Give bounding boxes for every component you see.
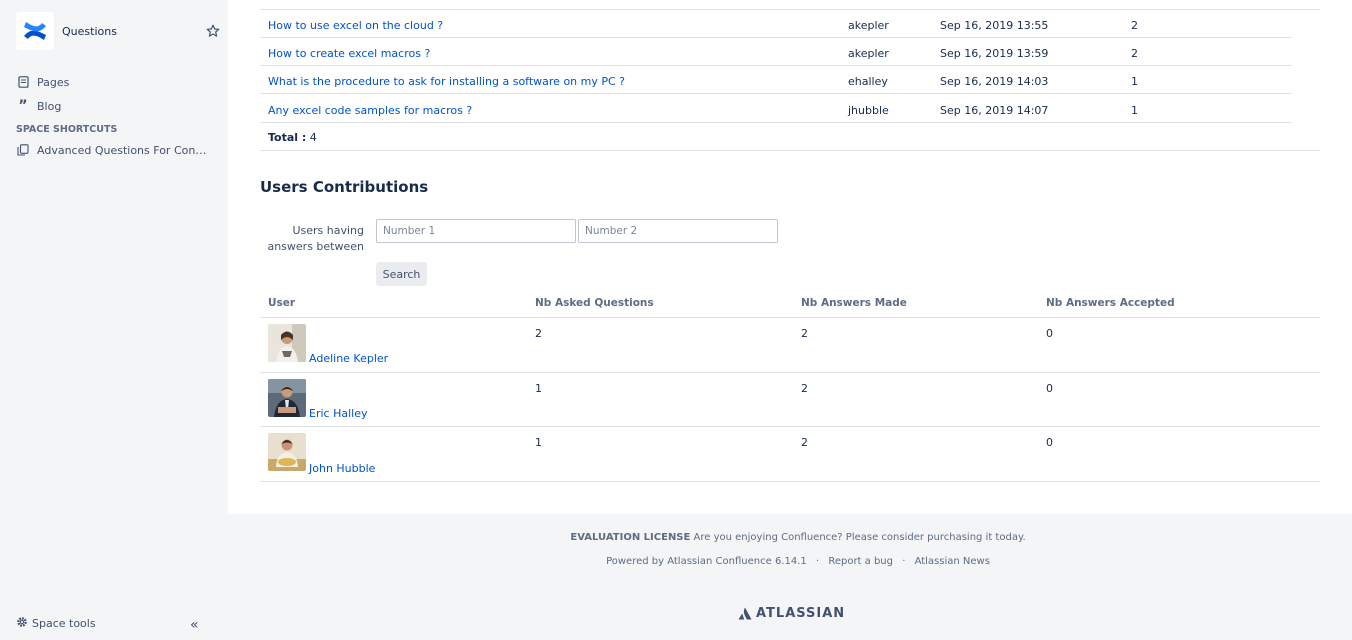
atlassian-brand-text: ATLASSIAN xyxy=(756,606,846,621)
separator: · xyxy=(815,556,820,567)
atlassian-news-link[interactable]: Atlassian News xyxy=(915,556,990,567)
sidebar-item-label: Blog xyxy=(37,99,62,113)
atlassian-icon xyxy=(738,607,752,620)
space-tools-button[interactable]: Space tools xyxy=(16,616,96,631)
separator: · xyxy=(902,556,906,567)
question-link[interactable]: Any excel code samples for macros ? xyxy=(268,104,472,117)
total-row: Total : 4 xyxy=(260,123,1320,151)
gear-icon xyxy=(16,616,28,631)
sidebar-item-blog[interactable]: ” Blog xyxy=(16,94,216,118)
space-tools-label: Space tools xyxy=(32,617,96,630)
number-2-input[interactable] xyxy=(578,219,778,243)
total-label: Total : xyxy=(268,131,307,144)
question-link[interactable]: How to use excel on the cloud ? xyxy=(268,19,443,32)
avatar[interactable] xyxy=(268,433,306,471)
table-top-border xyxy=(260,0,1320,10)
question-author: jhubble xyxy=(848,104,889,117)
sidebar-item-pages[interactable]: Pages xyxy=(16,70,216,94)
header-user[interactable]: User xyxy=(268,297,295,309)
question-date: Sep 16, 2019 13:59 xyxy=(940,47,1049,60)
total-text: Total : 4 xyxy=(268,131,317,144)
space-shortcuts-heading: SPACE SHORTCUTS xyxy=(16,124,118,135)
table-row: What is the procedure to ask for install… xyxy=(260,66,1292,94)
total-value: 4 xyxy=(309,131,317,144)
users-table-header: User Nb Asked Questions Nb Answers Made … xyxy=(260,290,1320,318)
star-icon[interactable] xyxy=(206,24,220,38)
user-name-link[interactable]: Adeline Kepler xyxy=(309,352,388,365)
number-1-input[interactable] xyxy=(376,219,576,243)
user-name-link[interactable]: Eric Halley xyxy=(309,407,367,420)
question-date: Sep 16, 2019 14:03 xyxy=(940,75,1049,88)
question-answers-count: 2 xyxy=(1131,19,1138,32)
header-accepted[interactable]: Nb Answers Accepted xyxy=(1046,297,1175,309)
question-date: Sep 16, 2019 14:07 xyxy=(940,104,1049,117)
avatar[interactable] xyxy=(268,324,306,362)
sidebar-shortcut-advanced-questions[interactable]: Advanced Questions For Confluence xyxy=(16,138,216,162)
accepted-count: 0 xyxy=(1046,327,1053,340)
question-link[interactable]: How to create excel macros ? xyxy=(268,47,430,60)
filter-label: Users having answers between xyxy=(266,223,364,255)
accepted-count: 0 xyxy=(1046,382,1053,395)
made-count: 2 xyxy=(801,327,808,340)
header-made[interactable]: Nb Answers Made xyxy=(801,297,907,309)
evaluation-license-notice: EVALUATION LICENSE Are you enjoying Conf… xyxy=(228,532,1352,543)
evaluation-license-text: Are you enjoying Confluence? Please cons… xyxy=(693,532,1026,543)
asked-count: 2 xyxy=(535,327,542,340)
question-answers-count: 1 xyxy=(1131,104,1138,117)
filter-label-line2: answers between xyxy=(267,240,364,253)
table-row: How to use excel on the cloud ? akepler … xyxy=(260,10,1292,38)
question-author: ehalley xyxy=(848,75,888,88)
question-date: Sep 16, 2019 13:55 xyxy=(940,19,1049,32)
users-contributions-title: Users Contributions xyxy=(260,178,429,196)
atlassian-logo[interactable]: ATLASSIAN xyxy=(738,606,845,621)
space-title[interactable]: Questions xyxy=(62,25,117,38)
collapse-sidebar-icon[interactable]: « xyxy=(190,618,199,632)
main-content: How to use excel on the cloud ? akepler … xyxy=(228,0,1352,514)
copy-icon xyxy=(16,143,30,157)
footer: EVALUATION LICENSE Are you enjoying Conf… xyxy=(228,514,1352,640)
user-name-link[interactable]: John Hubble xyxy=(309,462,375,475)
question-answers-count: 1 xyxy=(1131,75,1138,88)
confluence-logo-icon[interactable] xyxy=(16,12,54,50)
evaluation-license-label: EVALUATION LICENSE xyxy=(570,532,691,543)
question-author: akepler xyxy=(848,19,889,32)
question-link[interactable]: What is the procedure to ask for install… xyxy=(268,75,625,88)
sidebar-shortcut-label: Advanced Questions For Confluence xyxy=(37,143,209,157)
table-row: How to create excel macros ? akepler Sep… xyxy=(260,38,1292,66)
header-asked[interactable]: Nb Asked Questions xyxy=(535,297,654,309)
table-row: John Hubble 1 2 0 xyxy=(260,427,1320,482)
table-row: Eric Halley 1 2 0 xyxy=(260,373,1320,427)
filter-label-line1: Users having xyxy=(292,224,364,237)
made-count: 2 xyxy=(801,382,808,395)
powered-by-link[interactable]: Powered by Atlassian Confluence 6.14.1 xyxy=(606,556,807,567)
accepted-count: 0 xyxy=(1046,436,1053,449)
report-bug-link[interactable]: Report a bug xyxy=(828,556,893,567)
question-author: akepler xyxy=(848,47,889,60)
quote-icon: ” xyxy=(18,98,28,114)
search-button[interactable]: Search xyxy=(376,262,427,286)
sidebar-item-label: Pages xyxy=(37,75,70,89)
question-answers-count: 2 xyxy=(1131,47,1138,60)
made-count: 2 xyxy=(801,436,808,449)
asked-count: 1 xyxy=(535,436,542,449)
avatar[interactable] xyxy=(268,379,306,417)
powered-by-line: Powered by Atlassian Confluence 6.14.1 ·… xyxy=(228,556,1352,567)
sidebar-nav: Pages ” Blog SPACE SHORTCUTS Advanced Qu… xyxy=(16,70,216,162)
asked-count: 1 xyxy=(535,382,542,395)
table-row: Any excel code samples for macros ? jhub… xyxy=(260,95,1292,123)
sidebar: Questions Pages ” Blog SPACE SHORTCUTS A… xyxy=(0,0,228,640)
table-row: Adeline Kepler 2 2 0 xyxy=(260,318,1320,373)
space-header[interactable]: Questions xyxy=(16,12,117,50)
pages-icon xyxy=(16,75,30,89)
